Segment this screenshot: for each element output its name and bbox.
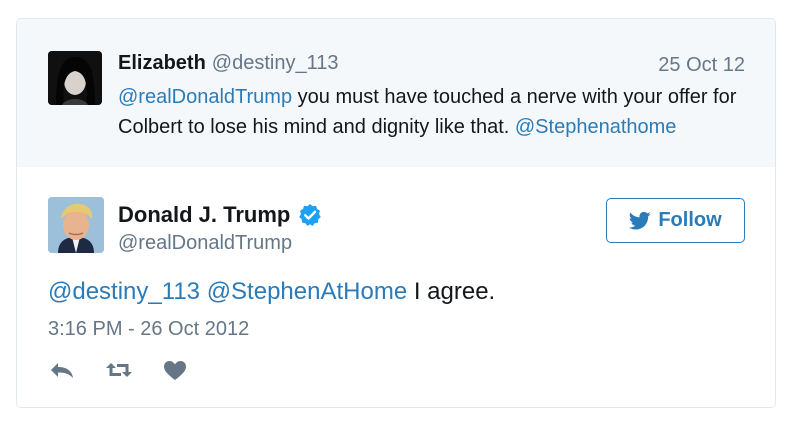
author-name[interactable]: Donald J. Trump — [118, 202, 322, 228]
mention-link[interactable]: @destiny_113 — [48, 278, 200, 305]
author-name[interactable]: Elizabeth — [118, 52, 206, 74]
retweet-icon[interactable] — [104, 357, 134, 383]
in-reply-to-tweet[interactable]: Elizabeth @destiny_113 25 Oct 12 @realDon… — [17, 19, 775, 167]
profile-photo-icon — [48, 197, 104, 253]
tweet-actions — [48, 357, 216, 383]
author-handle[interactable]: @realDonaldTrump — [118, 232, 292, 255]
reply-icon[interactable] — [48, 357, 78, 383]
twitter-bird-icon — [629, 211, 651, 230]
tweet-text: @destiny_113 @StephenAtHome I agree. — [48, 278, 495, 306]
avatar[interactable] — [48, 197, 104, 253]
mention-link[interactable]: @StephenAtHome — [207, 278, 407, 305]
reply-text: @realDonaldTrump you must have touched a… — [118, 82, 758, 142]
author-handle[interactable]: @destiny_113 — [212, 52, 339, 74]
mention-link[interactable]: @Stephenathome — [515, 116, 677, 138]
follow-button[interactable]: Follow — [606, 198, 745, 243]
embedded-tweet-card: Elizabeth @destiny_113 25 Oct 12 @realDon… — [16, 18, 776, 408]
follow-label: Follow — [658, 209, 722, 231]
author-name-text: Donald J. Trump — [118, 202, 291, 227]
tweet-body-text: I agree. — [407, 278, 496, 305]
tweet-timestamp[interactable]: 3:16 PM - 26 Oct 2012 — [48, 318, 249, 341]
reply-author: Elizabeth @destiny_113 — [118, 52, 338, 75]
profile-photo-icon — [48, 51, 102, 105]
reply-date[interactable]: 25 Oct 12 — [658, 54, 745, 77]
verified-badge-icon — [299, 204, 322, 226]
avatar[interactable] — [48, 51, 102, 105]
like-icon[interactable] — [160, 357, 190, 383]
mention-link[interactable]: @realDonaldTrump — [118, 86, 292, 108]
